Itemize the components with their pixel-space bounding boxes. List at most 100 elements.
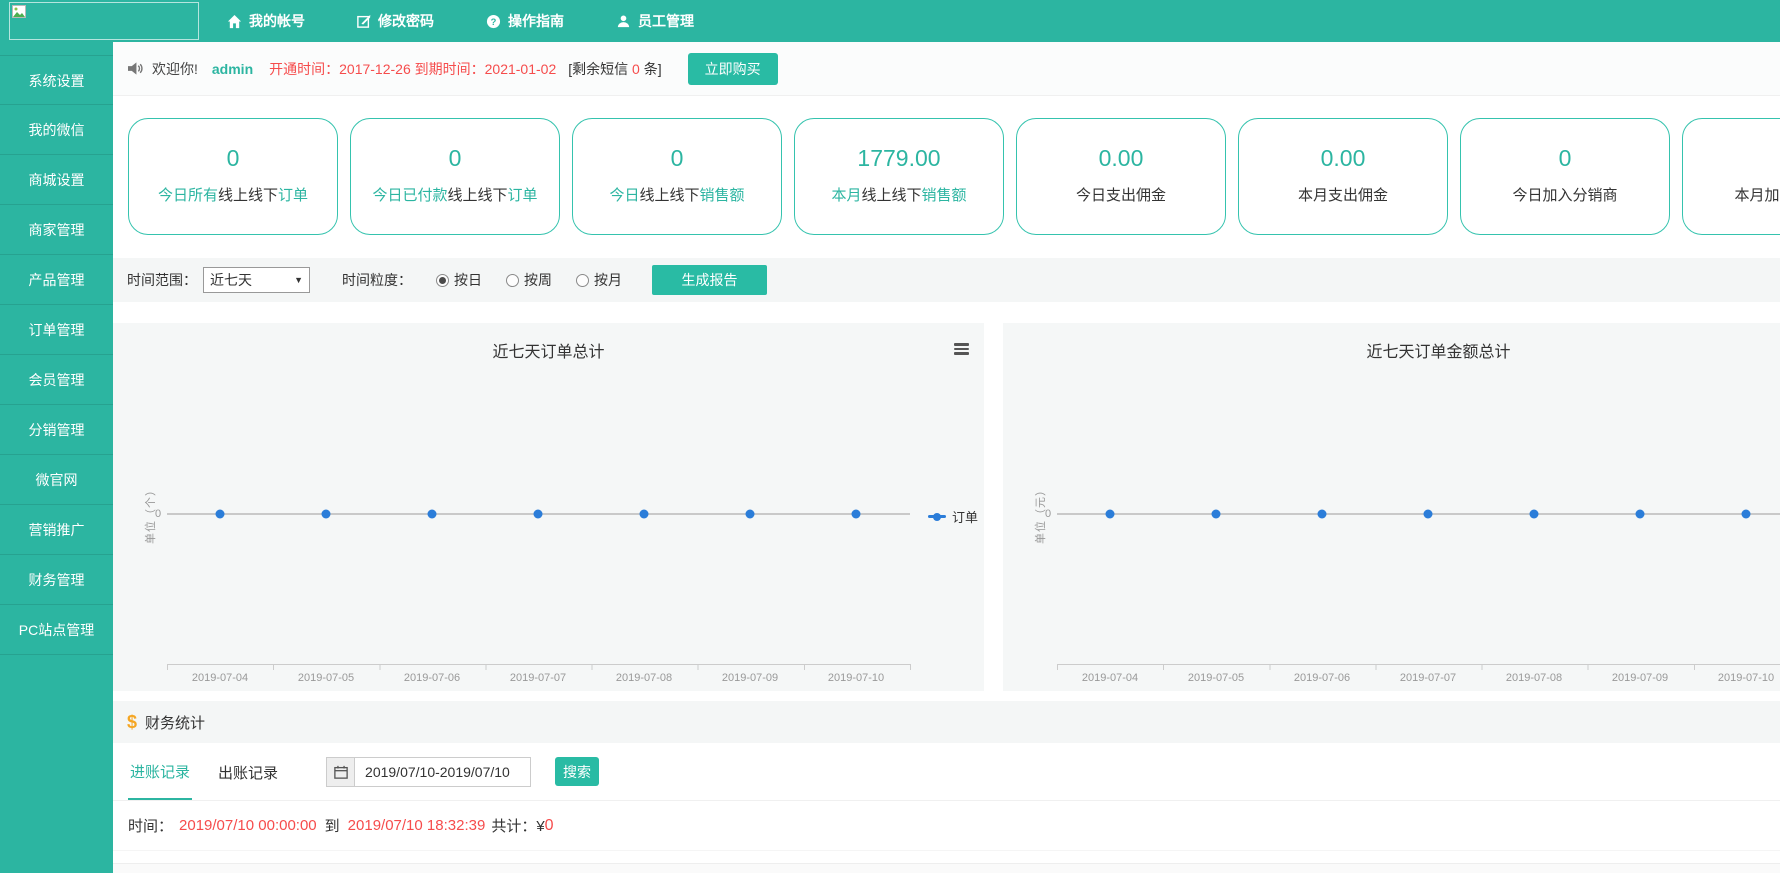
radio-icon[interactable] bbox=[506, 274, 519, 287]
sidebar-item-system[interactable]: 系统设置 bbox=[0, 55, 113, 105]
radio-by-month[interactable]: 按月 bbox=[576, 270, 622, 290]
dropdown-arrow-icon: ▼ bbox=[294, 275, 303, 285]
stat-cards-row: 0 今日所有线上线下订单 0 今日已付款线上线下订单 0 今日线上线下销售额 1… bbox=[113, 96, 1780, 258]
welcome-username: admin bbox=[212, 61, 253, 77]
sidebar-item-marketing[interactable]: 营销推广 bbox=[0, 505, 113, 555]
records-table-header: # 订单号 单价 状态 时间 详情 bbox=[113, 863, 1780, 873]
sidebar-item-member[interactable]: 会员管理 bbox=[0, 355, 113, 405]
time-end: 2019/07/10 18:32:39 bbox=[348, 817, 486, 834]
nav-staff[interactable]: 员工管理 bbox=[616, 11, 694, 31]
data-point bbox=[1742, 510, 1751, 519]
help-icon: ? bbox=[486, 14, 501, 29]
x-axis bbox=[1057, 664, 1780, 670]
nav-guide[interactable]: ? 操作指南 bbox=[486, 11, 564, 31]
sidebar: 系统设置 我的微信 商城设置 商家管理 产品管理 订单管理 会员管理 分销管理 … bbox=[0, 42, 113, 873]
search-button[interactable]: 搜索 bbox=[555, 757, 599, 786]
sidebar-item-pc-site[interactable]: PC站点管理 bbox=[0, 605, 113, 655]
x-axis-label: 2019-07-05 bbox=[1171, 672, 1261, 684]
sidebar-item-finance[interactable]: 财务管理 bbox=[0, 555, 113, 605]
x-axis-label: 2019-07-07 bbox=[1383, 672, 1473, 684]
radio-by-week[interactable]: 按周 bbox=[506, 270, 552, 290]
top-nav: 我的帐号 修改密码 ? 操作指南 员工管理 bbox=[227, 0, 694, 42]
nav-label: 员工管理 bbox=[638, 11, 694, 31]
stat-card-month-sales: 1779.00 本月线上线下销售额 bbox=[794, 118, 1004, 235]
x-axis-label: 2019-07-04 bbox=[1065, 672, 1155, 684]
sidebar-item-merchant[interactable]: 商家管理 bbox=[0, 205, 113, 255]
welcome-greeting: 欢迎你! bbox=[152, 59, 198, 79]
data-point bbox=[1424, 510, 1433, 519]
summary-time-row: 时间： 2019/07/10 00:00:00 到 2019/07/10 18:… bbox=[113, 801, 1780, 851]
nav-label: 修改密码 bbox=[378, 11, 434, 31]
legend-marker-icon bbox=[928, 515, 946, 518]
time-range-select[interactable]: 近七天 ▼ bbox=[203, 267, 310, 293]
x-axis-label: 2019-07-09 bbox=[705, 672, 795, 684]
y-axis-tick: 0 bbox=[155, 508, 161, 520]
generate-report-button[interactable]: 生成报告 bbox=[652, 265, 767, 295]
speaker-icon bbox=[127, 61, 144, 76]
stat-value: 1779.00 bbox=[795, 145, 1003, 172]
stat-card-month-distributors: 1 本月加入分销商 bbox=[1682, 118, 1780, 235]
radio-by-day[interactable]: 按日 bbox=[436, 270, 482, 290]
data-point bbox=[216, 510, 225, 519]
data-point bbox=[852, 510, 861, 519]
staff-icon bbox=[616, 14, 631, 29]
report-filter-bar: 时间范围： 近七天 ▼ 时间粒度： 按日 按周 按月 生成报告 bbox=[113, 258, 1780, 302]
granularity-label: 时间粒度： bbox=[342, 270, 412, 290]
stat-value: 0 bbox=[129, 145, 337, 172]
stat-label: 本月加入分销商 bbox=[1683, 184, 1780, 205]
charts-strip: 近七天订单总计 单位（个） 0 2019-07-04 2019-07-05 20… bbox=[113, 323, 1780, 691]
tab-expense-records[interactable]: 出账记录 bbox=[216, 744, 280, 799]
stat-card-month-commission: 0.00 本月支出佣金 bbox=[1238, 118, 1448, 235]
calendar-icon[interactable] bbox=[326, 757, 354, 787]
stat-card-today-paid-orders: 0 今日已付款线上线下订单 bbox=[350, 118, 560, 235]
date-range-input[interactable] bbox=[354, 757, 531, 787]
chart-title: 近七天订单金额总计 bbox=[1003, 338, 1780, 362]
sidebar-item-product[interactable]: 产品管理 bbox=[0, 255, 113, 305]
nav-my-account[interactable]: 我的帐号 bbox=[227, 11, 305, 31]
chart-menu-icon[interactable] bbox=[954, 343, 969, 357]
time-range-value: 近七天 bbox=[210, 270, 252, 290]
sidebar-item-distribution[interactable]: 分销管理 bbox=[0, 405, 113, 455]
finance-section-header: $ 财务统计 bbox=[113, 701, 1780, 743]
sidebar-item-mall[interactable]: 商城设置 bbox=[0, 155, 113, 205]
x-axis-label: 2019-07-09 bbox=[1595, 672, 1685, 684]
buy-now-button[interactable]: 立即购买 bbox=[688, 53, 778, 85]
stat-card-today-sales: 0 今日线上线下销售额 bbox=[572, 118, 782, 235]
sidebar-item-microsite[interactable]: 微官网 bbox=[0, 455, 113, 505]
date-range-group bbox=[326, 757, 531, 787]
data-point bbox=[640, 510, 649, 519]
series-line bbox=[1057, 513, 1780, 515]
x-axis-label: 2019-07-07 bbox=[493, 672, 583, 684]
tab-income-records[interactable]: 进账记录 bbox=[128, 743, 192, 800]
radio-icon[interactable] bbox=[576, 274, 589, 287]
stat-value: 1 bbox=[1683, 145, 1780, 172]
time-label: 时间： bbox=[128, 815, 173, 836]
svg-text:?: ? bbox=[491, 16, 497, 26]
data-point bbox=[428, 510, 437, 519]
nav-label: 操作指南 bbox=[508, 11, 564, 31]
x-axis-label: 2019-07-04 bbox=[175, 672, 265, 684]
nav-label: 我的帐号 bbox=[249, 11, 305, 31]
sms-count: 0 bbox=[632, 61, 640, 77]
stat-label: 今日加入分销商 bbox=[1461, 184, 1669, 205]
stat-value: 0.00 bbox=[1017, 145, 1225, 172]
x-axis-label: 2019-07-05 bbox=[281, 672, 371, 684]
x-axis-label: 2019-07-10 bbox=[811, 672, 901, 684]
sidebar-item-order[interactable]: 订单管理 bbox=[0, 305, 113, 355]
nav-change-password[interactable]: 修改密码 bbox=[357, 11, 434, 31]
data-point bbox=[1212, 510, 1221, 519]
time-to: 到 bbox=[325, 815, 340, 836]
radio-icon[interactable] bbox=[436, 274, 449, 287]
edit-icon bbox=[357, 14, 371, 28]
legend-label: 订单 bbox=[952, 507, 978, 526]
data-point bbox=[1106, 510, 1115, 519]
orders-count-chart: 近七天订单总计 单位（个） 0 2019-07-04 2019-07-05 20… bbox=[113, 323, 984, 691]
stat-card-today-distributors: 0 今日加入分销商 bbox=[1460, 118, 1670, 235]
stat-label: 本月支出佣金 bbox=[1239, 184, 1447, 205]
dollar-icon: $ bbox=[127, 712, 137, 733]
sms-remaining: [剩余短信 0 条] bbox=[568, 59, 661, 79]
legend-orders[interactable]: 订单 bbox=[928, 507, 978, 526]
welcome-bar: 欢迎你! admin 开通时间：2017-12-26 到期时间：2021-01-… bbox=[113, 42, 1780, 96]
logo-placeholder bbox=[9, 2, 199, 40]
sidebar-item-wechat[interactable]: 我的微信 bbox=[0, 105, 113, 155]
